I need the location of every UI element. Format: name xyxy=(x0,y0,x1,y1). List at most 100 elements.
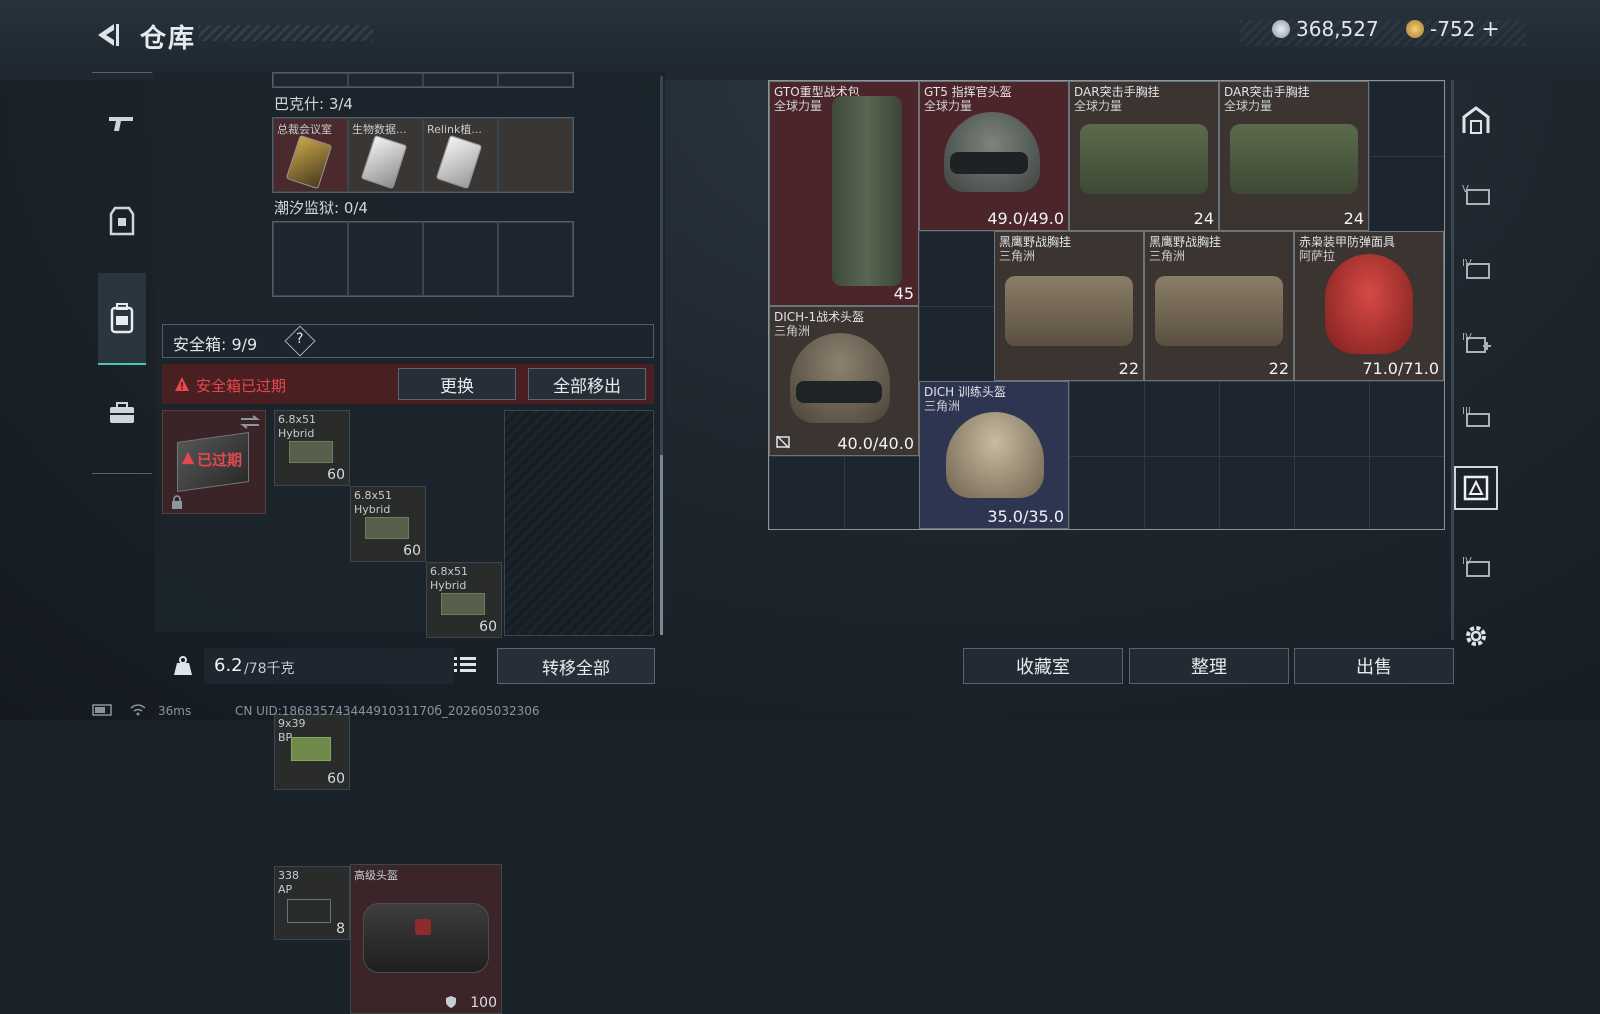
battery-icon xyxy=(92,704,114,719)
swap-icon xyxy=(240,415,260,429)
warning-icon xyxy=(175,377,189,391)
currency-secondary[interactable]: -752 + xyxy=(1406,14,1500,44)
storage-tab-3[interactable]: III xyxy=(1450,390,1502,442)
item-source: 三角洲 xyxy=(1149,249,1186,263)
empty-key-slot[interactable] xyxy=(423,222,498,296)
storage-item-helmet[interactable]: GT5 指挥官头盔 全球力量 49.0/49.0 xyxy=(919,81,1069,231)
storage-tab-rail: V IV IV III IV xyxy=(1450,80,1502,680)
goggles-image xyxy=(796,381,882,403)
wifi-icon xyxy=(130,704,146,719)
empty-key-slot[interactable] xyxy=(498,118,573,192)
rail-backpack[interactable] xyxy=(98,273,146,365)
key-card-slot[interactable]: 生物数据... xyxy=(348,118,423,192)
ammo-slot[interactable]: 6.8x51 Hybrid 60 xyxy=(274,410,350,486)
item-durability: 49.0/49.0 xyxy=(987,209,1064,228)
back-button[interactable] xyxy=(92,20,122,50)
list-icon xyxy=(454,657,476,672)
storage-tab-selected[interactable] xyxy=(1454,466,1498,510)
inventory-scroll-thumb[interactable] xyxy=(660,455,663,635)
weight-icon xyxy=(174,656,192,675)
safebox-expired-text: 已过期 xyxy=(197,451,243,469)
storage-tab-main[interactable] xyxy=(1450,94,1502,146)
storage-item-chest-rig[interactable]: DAR突击手胸挂 全球力量 24 xyxy=(1069,81,1219,231)
ammo-name: 338 xyxy=(278,869,299,882)
empty-key-slot[interactable] xyxy=(498,222,573,296)
replace-button[interactable]: 更换 xyxy=(398,368,516,400)
weapon-icon xyxy=(109,117,133,131)
empty-key-slot[interactable] xyxy=(348,222,423,296)
storage-item-chest-rig[interactable]: 黑鹰野战胸挂 三角洲 22 xyxy=(1144,231,1294,381)
item-name: DICH-1战术头盔 xyxy=(774,310,865,324)
storage-tab-5[interactable]: V xyxy=(1450,168,1502,220)
storage-item-chest-rig[interactable]: DAR突击手胸挂 全球力量 24 xyxy=(1219,81,1369,231)
ammo-box-icon xyxy=(289,441,333,463)
ammo-slot[interactable]: 6.8x51 Hybrid 60 xyxy=(350,486,426,562)
tidal-key-grid xyxy=(272,221,574,297)
safebox-header: 安全箱: 9/9 ? xyxy=(162,324,654,358)
rail-armor[interactable] xyxy=(92,191,152,251)
grid-cell[interactable] xyxy=(273,73,348,87)
ammo-box-icon xyxy=(365,517,409,539)
item-name: 赤枭装甲防弹面具 xyxy=(1299,235,1396,249)
ammo-name: 6.8x51 xyxy=(430,565,469,578)
storage-tab-4a[interactable]: IV xyxy=(1450,242,1502,294)
item-source: 阿萨拉 xyxy=(1299,249,1336,263)
ammo-name: 6.8x51 xyxy=(278,413,317,426)
list-view-button[interactable] xyxy=(454,656,476,678)
empty-key-slot[interactable] xyxy=(273,222,348,296)
item-name: DAR突击手胸挂 xyxy=(1074,85,1160,99)
safebox-slot[interactable]: 已过期 xyxy=(162,410,266,514)
storage-delta-icon xyxy=(1463,475,1489,501)
rail-case[interactable] xyxy=(92,383,152,443)
key-card-slot[interactable]: 总裁会议室 xyxy=(273,118,348,192)
ammo-slot[interactable]: 9x39 BP 60 xyxy=(274,714,350,790)
settings-button[interactable] xyxy=(1450,610,1502,662)
help-icon[interactable]: ? xyxy=(296,331,303,347)
armor-vest-icon xyxy=(109,206,135,236)
left-category-rail xyxy=(92,72,152,474)
storage-grid-panel: GTO重型战术包 全球力量 45 GT5 指挥官头盔 全球力量 49.0/49.… xyxy=(768,80,1445,530)
storage-item-helmet[interactable]: DICH 训练头盔 三角洲 35.0/35.0 xyxy=(919,381,1069,529)
transfer-all-button[interactable]: 转移全部 xyxy=(497,648,655,684)
remove-all-button[interactable]: 全部移出 xyxy=(528,368,646,400)
grid-cell[interactable] xyxy=(423,73,498,87)
white-keycard-icon xyxy=(435,134,483,190)
shield-icon xyxy=(446,996,456,1008)
safebox-label: 安全箱: 9/9 xyxy=(173,335,258,354)
add-currency-icon[interactable]: + xyxy=(1481,17,1499,42)
ammo-count: 60 xyxy=(327,467,345,483)
ammo-type: AP xyxy=(278,883,293,896)
bakesh-label: 巴克什: 3/4 xyxy=(274,95,353,113)
sell-button[interactable]: 出售 xyxy=(1294,648,1454,684)
chest-rig-image xyxy=(1230,124,1358,194)
organize-button[interactable]: 整理 xyxy=(1129,648,1289,684)
grid-cell[interactable] xyxy=(348,73,423,87)
item-name: DICH 训练头盔 xyxy=(924,385,1006,399)
gold-coin-icon xyxy=(1406,20,1424,38)
storage-tab-4c[interactable]: IV xyxy=(1450,540,1502,592)
ammo-slot[interactable]: 6.8x51 Hybrid 60 xyxy=(426,562,502,638)
rail-weapons[interactable] xyxy=(92,93,152,153)
storage-iv-icon: IV xyxy=(1462,556,1490,577)
ammo-slot[interactable]: 338 AP 8 xyxy=(274,866,350,940)
storage-item-helmet[interactable]: DICH-1战术头盔 三角洲 40.0/40.0 xyxy=(769,306,919,456)
storage-item-mask[interactable]: 赤枭装甲防弹面具 阿萨拉 71.0/71.0 xyxy=(1294,231,1444,381)
item-source: 三角洲 xyxy=(774,324,811,338)
collection-room-button[interactable]: 收藏室 xyxy=(963,648,1123,684)
ammo-name: 9x39 xyxy=(278,717,306,730)
expired-warning-text: 安全箱已过期 xyxy=(196,377,287,395)
storage-item-backpack[interactable]: GTO重型战术包 全球力量 45 xyxy=(769,81,919,306)
ammo-type: Hybrid xyxy=(278,427,315,440)
duffel-bag-image xyxy=(363,903,489,973)
backpack-image xyxy=(832,96,902,286)
red-cross-icon xyxy=(415,919,431,935)
grid-cell[interactable] xyxy=(498,73,573,87)
storage-tab-4b[interactable]: IV xyxy=(1450,316,1502,368)
ammo-count: 8 xyxy=(336,921,345,937)
ammo-box-icon xyxy=(291,737,331,761)
key-card-name: Relink植... xyxy=(427,123,482,136)
bag-item-slot[interactable]: 高级头盔 100 xyxy=(350,864,502,1014)
ammo-count: 60 xyxy=(403,543,421,559)
key-card-slot[interactable]: Relink植... xyxy=(423,118,498,192)
storage-item-chest-rig[interactable]: 黑鹰野战胸挂 三角洲 22 xyxy=(994,231,1144,381)
